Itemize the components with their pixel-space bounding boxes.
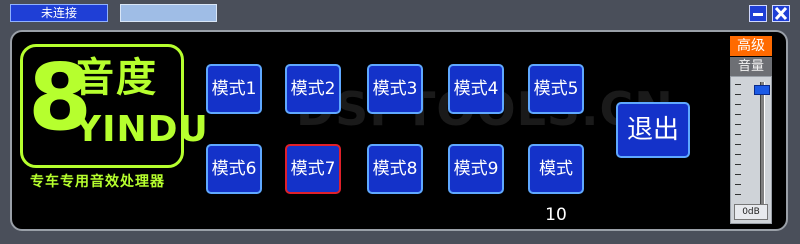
mode-5-button[interactable]: 模式5: [528, 64, 584, 114]
volume-tick: [735, 134, 741, 135]
advanced-button[interactable]: 高级: [730, 36, 772, 56]
minimize-icon: [753, 13, 763, 16]
mode-10-button[interactable]: 模式10: [528, 144, 584, 225]
volume-tick: [735, 114, 741, 115]
device-field[interactable]: [120, 4, 217, 22]
volume-slider-thumb[interactable]: [754, 85, 770, 96]
volume-tick: [735, 104, 741, 105]
connection-status: 未连接: [10, 4, 108, 22]
volume-tick: [735, 144, 741, 145]
mode-6-button[interactable]: 模式6: [206, 144, 262, 194]
volume-label: 音量: [730, 57, 772, 76]
title-bar: 未连接: [0, 0, 800, 26]
volume-value: 0dB: [734, 204, 768, 220]
mode-9-button[interactable]: 模式9: [448, 144, 504, 194]
volume-control: 高级 音量 0dB: [730, 36, 772, 224]
volume-ticks: [735, 84, 741, 195]
mode-1-button[interactable]: 模式1: [206, 64, 262, 114]
volume-tick: [735, 164, 741, 165]
volume-tick: [735, 84, 741, 85]
volume-tick: [735, 184, 741, 185]
volume-tick: [735, 174, 741, 175]
product-tagline: 专车专用音效处理器: [30, 174, 165, 190]
close-button[interactable]: [772, 5, 790, 22]
volume-tick: [735, 194, 741, 195]
volume-tick: [735, 154, 741, 155]
mode-7-button[interactable]: 模式7: [285, 144, 341, 194]
mode-4-button[interactable]: 模式4: [448, 64, 504, 114]
mode-8-button[interactable]: 模式8: [367, 144, 423, 194]
logo-brand-en: YINDU: [75, 109, 209, 150]
volume-tick: [735, 124, 741, 125]
close-icon: [774, 7, 788, 20]
brand-logo: 8 音度 YINDU: [20, 44, 208, 170]
volume-tick: [735, 94, 741, 95]
volume-slider-track[interactable]: [760, 82, 765, 206]
exit-button[interactable]: 退出: [616, 102, 690, 158]
mode-2-button[interactable]: 模式2: [285, 64, 341, 114]
mode-3-button[interactable]: 模式3: [367, 64, 423, 114]
logo-brand-cn: 音度: [74, 55, 158, 101]
minimize-button[interactable]: [749, 5, 767, 22]
